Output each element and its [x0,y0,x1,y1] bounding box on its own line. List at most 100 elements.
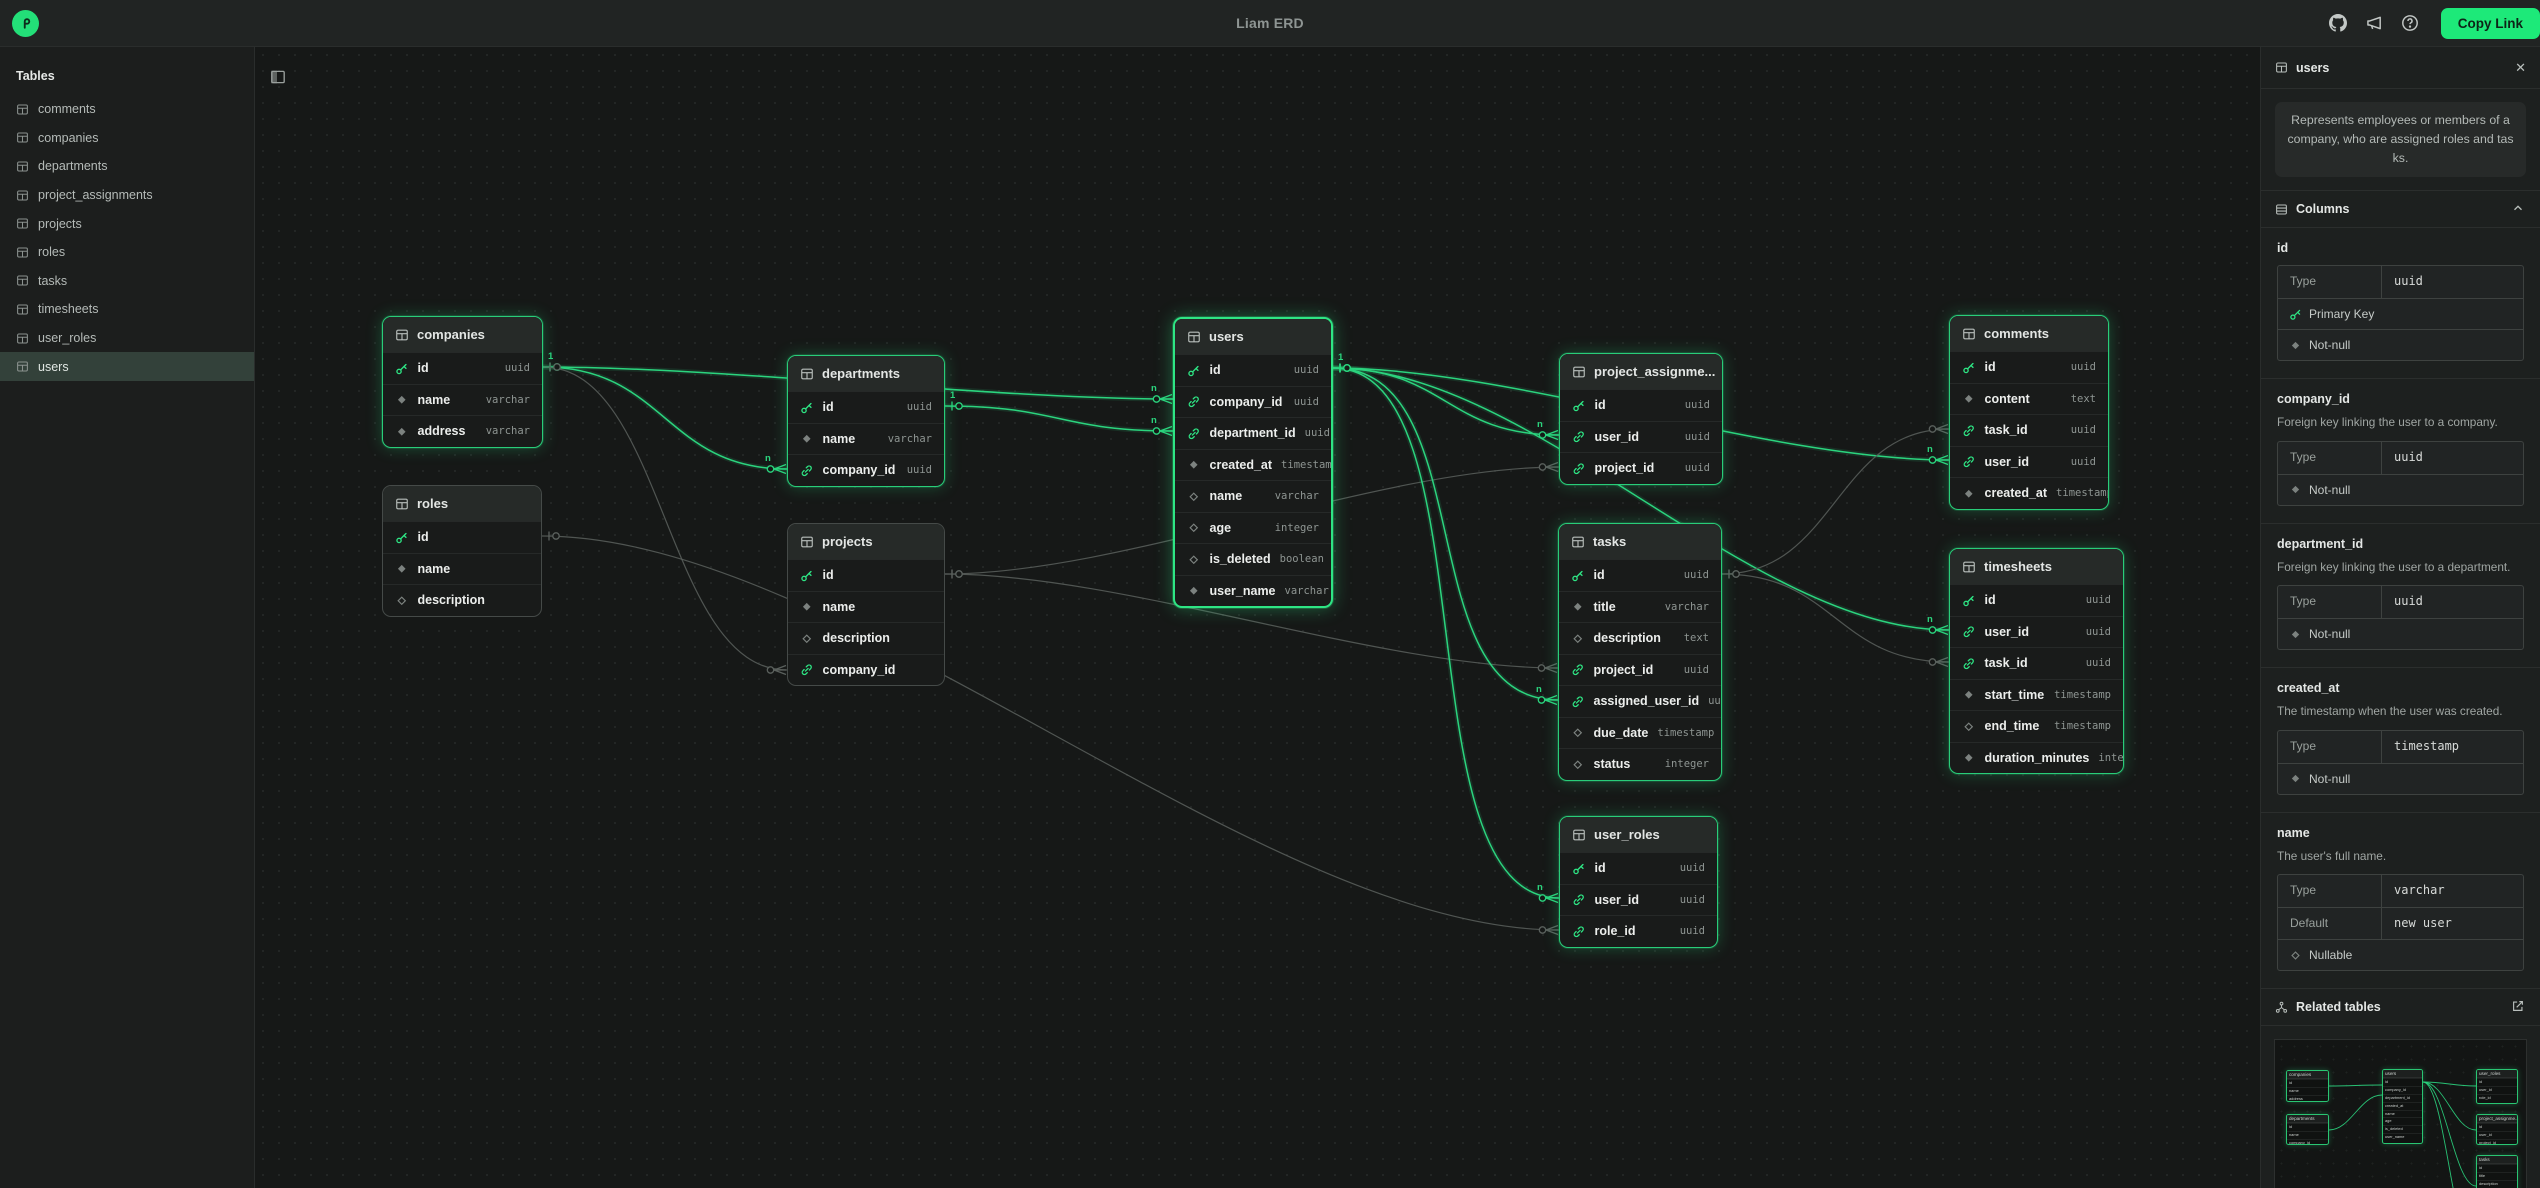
column-name: id [1595,398,1606,412]
minimap-column-name: age [2385,1118,2392,1125]
sidebar-item-project_assignments[interactable]: project_assignments [0,181,254,210]
erd-table-node-tasks[interactable]: tasksiduuidtitlevarchardescriptiontextpr… [1558,523,1722,781]
minimap-column-row: user_id [2477,1086,2517,1094]
edge-tasks-timesheets [1722,570,1949,667]
column-name: name [1210,489,1243,503]
column-name: role_id [1595,924,1636,938]
table-icon [800,535,814,549]
minimap-table-title: companies [2287,1071,2328,1079]
column-name: age [1210,521,1232,535]
erd-table-node-departments[interactable]: departmentsiduuidnamevarcharcompany_iduu… [787,355,945,487]
table-icon [1962,560,1976,574]
column-row-companies-address: addressvarchar [383,415,542,447]
column-type: uuid [2071,456,2096,468]
open-related-diagram-button[interactable] [2510,999,2526,1015]
close-panel-button[interactable]: ✕ [2515,60,2526,76]
erd-table-node-roles[interactable]: rolesidnamedescription [382,485,542,617]
erd-table-node-user_roles[interactable]: user_rolesiduuiduser_iduuidrole_iduuid [1559,816,1718,948]
sidebar-item-label: roles [38,245,65,259]
table-icon [16,303,29,316]
key-icon [1187,364,1201,378]
erd-table-node-users[interactable]: usersiduuidcompany_iduuiddepartment_iduu… [1173,317,1333,608]
sidebar-item-tasks[interactable]: tasks [0,267,254,296]
copy-link-button[interactable]: Copy Link [2441,8,2540,39]
minimap-column-row: role_id [2477,1094,2517,1102]
help-icon[interactable] [2401,14,2420,33]
attr-row-type: Typeuuid [2278,442,2523,474]
flag-label: Not-null [2309,483,2350,497]
erd-table-node-companies[interactable]: companiesiduuidnamevarcharaddressvarchar [382,316,543,448]
related-tables-minimap[interactable]: companiesidnameaddressdepartmentsidnamec… [2274,1039,2527,1188]
sidebar-item-label: users [38,360,69,374]
column-row-departments-company_id: company_iduuid [788,454,944,486]
minimap-table-title: users [2383,1070,2422,1078]
flag-label: Not-null [2309,338,2350,352]
sidebar-item-comments[interactable]: comments [0,95,254,124]
sidebar-item-label: project_assignments [38,188,153,202]
column-name: user_name [1210,584,1276,598]
column-name: id [418,530,429,544]
column-type: uuid [1680,894,1705,906]
minimap-column-row: created_at [2383,1102,2422,1110]
column-row-projects-company_id: company_id [788,654,944,686]
key-icon [1962,361,1976,375]
sidebar-item-user_roles[interactable]: user_roles [0,324,254,353]
sidebar-item-label: departments [38,159,107,173]
key-icon [1572,862,1586,876]
column-type: varchar [1275,490,1319,502]
column-name: user_id [1985,625,2029,639]
svg-text:n: n [1151,383,1157,394]
minimap-table-companies: companiesidnameaddress [2286,1070,2329,1102]
column-row-comments-id: iduuid [1950,351,2108,383]
sidebar-item-projects[interactable]: projects [0,209,254,238]
minimap-column-name: id [2479,1124,2482,1131]
table-icon [16,103,29,116]
announcement-icon[interactable] [2365,14,2384,33]
erd-table-node-timesheets[interactable]: timesheetsiduuiduser_iduuidtask_iduuidst… [1949,548,2124,774]
minimap-column-name: id [2479,1165,2482,1172]
attr-value: new user [2382,908,2452,939]
key-icon [395,362,409,376]
table-icon [16,332,29,345]
column-type: varchar [888,433,932,445]
column-name: id [418,361,429,375]
sidebar-item-timesheets[interactable]: timesheets [0,295,254,324]
sidebar-item-departments[interactable]: departments [0,152,254,181]
panel-header: users ✕ [2261,47,2540,89]
column-type: uuid [907,401,932,413]
attr-value: uuid [2382,442,2423,474]
table-node-header: comments [1950,316,2108,351]
sidebar-header: Tables [0,55,254,95]
sidebar-item-roles[interactable]: roles [0,238,254,267]
sidebar-item-users[interactable]: users [0,352,254,381]
column-type: text [1684,632,1709,644]
erd-table-node-projects[interactable]: projectsidnamedescriptioncompany_id [787,523,945,686]
sidebar-item-companies[interactable]: companies [0,124,254,153]
columns-detail-list: idTypeuuidPrimary KeyNot-nullcompany_idF… [2261,228,2540,988]
table-icon [16,131,29,144]
minimap-column-name: description [2479,1181,2498,1188]
github-icon[interactable] [2329,14,2348,33]
minimap-column-row: department_id [2383,1094,2422,1102]
column-name: is_deleted [1210,552,1271,566]
collapse-columns-button[interactable] [2510,201,2526,217]
flag-label: Nullable [2309,948,2352,962]
column-row-users-is_deleted: is_deletedboolean [1175,543,1331,575]
erd-table-node-comments[interactable]: commentsiduuidcontenttexttask_iduuiduser… [1949,315,2109,510]
column-name: start_time [1985,688,2045,702]
key-icon [1962,594,1976,608]
column-detail-name: created_at [2277,681,2524,695]
related-tables-header: Related tables [2261,988,2540,1026]
column-row-projects-description: description [788,622,944,654]
sidebar-item-label: companies [38,131,98,145]
table-node-header: roles [383,486,541,521]
toggle-sidebar-button[interactable] [267,67,289,89]
minimap-column-row: title [2477,1172,2517,1180]
column-row-users-user_name: user_namevarchar [1175,575,1331,607]
erd-table-node-project_assignments[interactable]: project_assignme...iduuiduser_iduuidproj… [1559,353,1723,485]
diamond-o-icon [800,632,814,646]
attr-row-default: Defaultnew user [2278,907,2523,939]
svg-text:n: n [1927,444,1933,455]
column-name: content [1985,392,2030,406]
erd-canvas[interactable]: 1nn1n1nnnnn companiesiduuidnamevarcharad… [255,47,2260,1188]
